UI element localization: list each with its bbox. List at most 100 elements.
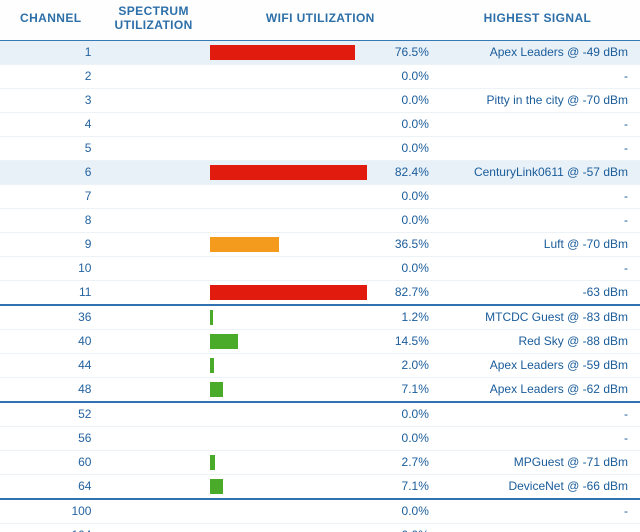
table-row[interactable]: 70.0%- xyxy=(0,184,640,208)
wifi-util-bar xyxy=(210,237,279,252)
cell-channel: 4 xyxy=(0,112,101,136)
cell-spectrum xyxy=(101,523,205,532)
table-row[interactable]: 936.5%Luft @ -70 dBm xyxy=(0,232,640,256)
cell-wifi-util: 36.5% xyxy=(206,232,435,256)
cell-wifi-util: 7.1% xyxy=(206,474,435,499)
wifi-util-value: 0.0% xyxy=(402,117,429,132)
table-row[interactable]: 176.5%Apex Leaders @ -49 dBm xyxy=(0,40,640,64)
wifi-util-value: 1.2% xyxy=(402,310,429,325)
wifi-util-value: 2.0% xyxy=(402,358,429,373)
cell-channel: 11 xyxy=(0,280,101,305)
table-body: 176.5%Apex Leaders @ -49 dBm20.0%-30.0%P… xyxy=(0,40,640,532)
cell-spectrum xyxy=(101,256,205,280)
wifi-util-value: 0.0% xyxy=(402,141,429,156)
cell-wifi-util: 0.0% xyxy=(206,64,435,88)
col-signal[interactable]: HIGHEST SIGNAL xyxy=(435,0,640,40)
table-row[interactable]: 1000.0%- xyxy=(0,499,640,524)
wifi-util-value: 82.7% xyxy=(395,285,429,300)
table-row[interactable]: 560.0%- xyxy=(0,426,640,450)
cell-wifi-util: 2.7% xyxy=(206,450,435,474)
cell-wifi-util: 0.0% xyxy=(206,136,435,160)
wifi-util-bar xyxy=(210,310,213,325)
table-row[interactable]: 100.0%- xyxy=(0,256,640,280)
table-row[interactable]: 520.0%- xyxy=(0,402,640,427)
cell-channel: 44 xyxy=(0,353,101,377)
channel-utilization-table: CHANNEL SPECTRUM UTILIZATION WIFI UTILIZ… xyxy=(0,0,640,532)
wifi-util-bar xyxy=(210,358,214,373)
wifi-util-bar xyxy=(210,455,215,470)
cell-channel: 60 xyxy=(0,450,101,474)
cell-channel: 100 xyxy=(0,499,101,524)
cell-highest-signal: - xyxy=(435,426,640,450)
wifi-util-value: 7.1% xyxy=(402,479,429,494)
table-row[interactable]: 682.4%CenturyLink0611 @ -57 dBm xyxy=(0,160,640,184)
cell-highest-signal: - xyxy=(435,112,640,136)
cell-highest-signal: - xyxy=(435,64,640,88)
table-row[interactable]: 50.0%- xyxy=(0,136,640,160)
table-row[interactable]: 30.0%Pitty in the city @ -70 dBm xyxy=(0,88,640,112)
cell-spectrum xyxy=(101,377,205,402)
cell-highest-signal: Apex Leaders @ -62 dBm xyxy=(435,377,640,402)
table-row[interactable]: 40 14.5% Red Sky @ -88 dBm xyxy=(0,329,640,353)
cell-spectrum xyxy=(101,305,205,330)
wifi-util-value: 82.4% xyxy=(395,165,429,180)
wifi-util-value: 14.5% xyxy=(395,334,429,349)
cell-highest-signal: - xyxy=(435,523,640,532)
cell-highest-signal: - xyxy=(435,184,640,208)
cell-spectrum xyxy=(101,353,205,377)
table-row[interactable]: 8 0.0%- xyxy=(0,208,640,232)
cell-channel: 6 xyxy=(0,160,101,184)
wifi-util-value: 0.0% xyxy=(402,93,429,108)
cell-highest-signal: MTCDC Guest @ -83 dBm xyxy=(435,305,640,330)
cell-channel: 7 xyxy=(0,184,101,208)
cell-highest-signal: Red Sky @ -88 dBm xyxy=(435,329,640,353)
cell-wifi-util: 82.4% xyxy=(206,160,435,184)
table-row[interactable]: 1040.0%- xyxy=(0,523,640,532)
cell-spectrum xyxy=(101,329,205,353)
wifi-util-value: 0.0% xyxy=(402,213,429,228)
wifi-util-value: 7.1% xyxy=(402,382,429,397)
col-channel[interactable]: CHANNEL xyxy=(0,0,101,40)
cell-highest-signal: - xyxy=(435,136,640,160)
table-row[interactable]: 44 2.0% Apex Leaders @ -59 dBm xyxy=(0,353,640,377)
cell-wifi-util: 0.0% xyxy=(206,88,435,112)
cell-wifi-util: 0.0% xyxy=(206,256,435,280)
cell-spectrum xyxy=(101,64,205,88)
cell-wifi-util: 2.0% xyxy=(206,353,435,377)
cell-channel: 40 xyxy=(0,329,101,353)
table-row[interactable]: 361.2%MTCDC Guest @ -83 dBm xyxy=(0,305,640,330)
table-row[interactable]: 48 7.1% Apex Leaders @ -62 dBm xyxy=(0,377,640,402)
cell-spectrum xyxy=(101,112,205,136)
cell-highest-signal: - xyxy=(435,208,640,232)
cell-spectrum xyxy=(101,88,205,112)
wifi-util-bar xyxy=(210,45,355,60)
wifi-util-value: 0.0% xyxy=(402,431,429,446)
wifi-util-bar xyxy=(210,165,367,180)
cell-channel: 104 xyxy=(0,523,101,532)
table-row[interactable]: 602.7%MPGuest @ -71 dBm xyxy=(0,450,640,474)
cell-spectrum xyxy=(101,232,205,256)
cell-highest-signal: Pitty in the city @ -70 dBm xyxy=(435,88,640,112)
table-row[interactable]: 11 82.7% -63 dBm xyxy=(0,280,640,305)
cell-highest-signal: -63 dBm xyxy=(435,280,640,305)
wifi-util-value: 0.0% xyxy=(402,504,429,519)
cell-channel: 8 xyxy=(0,208,101,232)
cell-highest-signal: Apex Leaders @ -59 dBm xyxy=(435,353,640,377)
col-wifi[interactable]: WIFI UTILIZATION xyxy=(206,0,435,40)
cell-wifi-util: 7.1% xyxy=(206,377,435,402)
cell-channel: 10 xyxy=(0,256,101,280)
wifi-util-value: 0.0% xyxy=(402,69,429,84)
table-row[interactable]: 647.1%DeviceNet @ -66 dBm xyxy=(0,474,640,499)
cell-channel: 48 xyxy=(0,377,101,402)
cell-highest-signal: - xyxy=(435,402,640,427)
wifi-util-value: 2.7% xyxy=(402,455,429,470)
cell-channel: 1 xyxy=(0,40,101,64)
table-row[interactable]: 4 0.0%- xyxy=(0,112,640,136)
cell-highest-signal: Apex Leaders @ -49 dBm xyxy=(435,40,640,64)
cell-highest-signal: DeviceNet @ -66 dBm xyxy=(435,474,640,499)
table-row[interactable]: 20.0%- xyxy=(0,64,640,88)
col-spectrum[interactable]: SPECTRUM UTILIZATION xyxy=(101,0,205,40)
cell-spectrum xyxy=(101,402,205,427)
cell-spectrum xyxy=(101,499,205,524)
cell-spectrum xyxy=(101,136,205,160)
